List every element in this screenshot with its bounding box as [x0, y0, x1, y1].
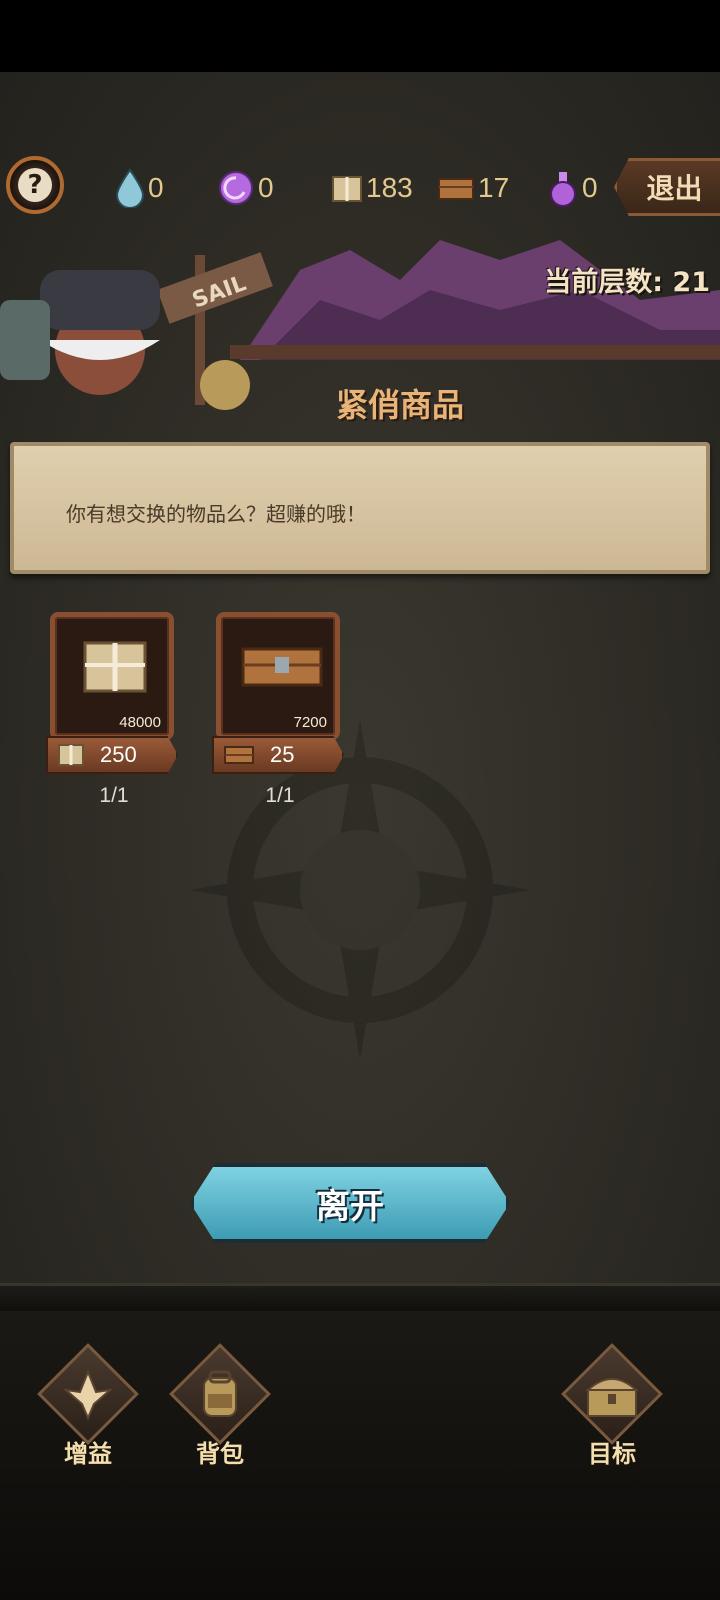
divider — [0, 1283, 720, 1314]
water-drop-icon — [115, 168, 145, 208]
crate-resource: 17 — [436, 166, 509, 210]
price-tag[interactable]: 250 — [46, 736, 178, 774]
backpack-icon — [203, 1370, 237, 1417]
stock-label: 1/1 — [99, 784, 129, 807]
merchant-scene: SAIL 当前层数: 21 紧俏商品 — [0, 230, 720, 440]
help-button[interactable]: ? — [6, 156, 64, 214]
buff-icon — [62, 1369, 114, 1421]
crate-icon — [241, 647, 323, 687]
potion-value: 0 — [582, 172, 598, 203]
item-count: 7200 — [293, 714, 327, 731]
parcel-icon — [332, 176, 362, 202]
item-card[interactable]: 7200 — [216, 612, 340, 740]
question-icon: ? — [18, 168, 52, 202]
parcel-icon — [83, 641, 147, 693]
purple-swirl-icon — [219, 171, 253, 205]
price-value: 25 — [270, 742, 295, 767]
nav-label: 目标 — [588, 1440, 636, 1468]
item-card[interactable]: 48000 — [50, 612, 174, 740]
swirl-resource: 0 — [216, 166, 274, 210]
nav-label: 增益 — [64, 1440, 112, 1468]
leave-button[interactable]: 离开 — [190, 1163, 510, 1243]
crate-icon — [438, 178, 474, 200]
nav-label: 背包 — [196, 1440, 244, 1468]
nav-bag[interactable]: 背包 — [156, 1343, 276, 1468]
nav-goal[interactable]: 目标 — [548, 1343, 668, 1468]
treasure-chest-icon — [585, 1378, 639, 1417]
dialog-box: 你有想交换的物品么？超赚的哦！ — [10, 442, 710, 574]
shop-item[interactable]: 48000 250 1/1 — [46, 612, 178, 808]
exit-button[interactable]: 退出 — [614, 158, 720, 216]
parcel-value: 183 — [366, 172, 413, 203]
parcel-icon — [58, 744, 84, 766]
dialog-text: 你有想交换的物品么？超赚的哦！ — [66, 502, 366, 526]
crate-icon — [224, 746, 254, 764]
price-value: 250 — [100, 742, 137, 767]
price-tag[interactable]: 25 — [212, 736, 344, 774]
nav-buff[interactable]: 增益 — [24, 1343, 144, 1468]
crate-value: 17 — [478, 172, 510, 203]
stock-label: 1/1 — [265, 784, 295, 807]
status-bar-area — [0, 0, 720, 72]
potion-icon — [550, 172, 576, 207]
swirl-value: 0 — [258, 172, 274, 203]
item-count: 48000 — [119, 714, 161, 731]
resource-bar: ? 0 0 183 17 0 退出 — [0, 150, 720, 230]
shop-title: 紧俏商品 — [335, 386, 464, 424]
drop-resource: 0 — [114, 166, 164, 210]
shop-item[interactable]: 7200 25 1/1 — [212, 612, 344, 808]
floor-label: 当前层数: 21 — [544, 267, 710, 298]
drop-value: 0 — [148, 172, 164, 203]
parcel-resource: 183 — [330, 166, 413, 210]
potion-resource: 0 — [546, 166, 598, 210]
